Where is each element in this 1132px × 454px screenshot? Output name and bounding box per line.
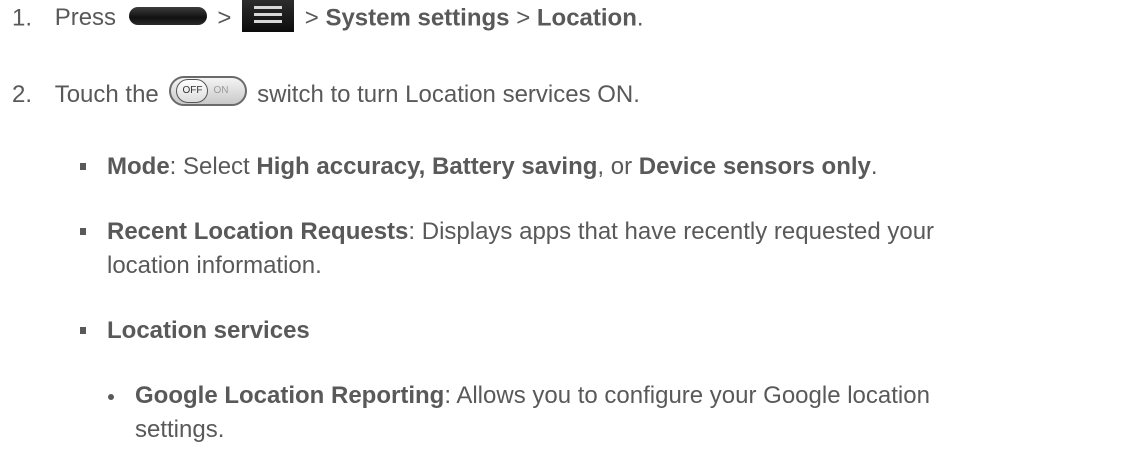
recent-requests-desc: : Displays apps that have recently reque… bbox=[408, 218, 935, 245]
mode-term: Mode bbox=[107, 153, 170, 180]
menu-key-icon bbox=[242, 0, 295, 32]
toggle-off-label: OFF bbox=[176, 78, 209, 103]
option-location-services: Location services bbox=[107, 316, 310, 346]
suboption-google-location-reporting: Google Location Reporting: Allows you to… bbox=[135, 381, 930, 411]
step-1-separator: > bbox=[516, 4, 531, 32]
google-location-reporting-desc: : Allows you to configure your Google lo… bbox=[444, 382, 930, 409]
toggle-on-label: ON bbox=[213, 84, 229, 96]
mode-opt2: Device sensors only bbox=[638, 153, 871, 180]
square-bullet-icon bbox=[80, 327, 86, 334]
recent-requests-desc-cont: location information. bbox=[107, 252, 322, 279]
location-services-term: Location services bbox=[107, 317, 310, 344]
step-1-separator: > bbox=[217, 4, 232, 32]
square-bullet-icon bbox=[80, 163, 86, 170]
step-2-number: 2. bbox=[12, 81, 33, 108]
step-2-text: switch to turn Location services ON. bbox=[257, 81, 640, 108]
recent-requests-term: Recent Location Requests bbox=[107, 218, 409, 245]
option-recent-location-requests: Recent Location Requests: Displays apps … bbox=[107, 217, 934, 247]
mode-or: , or bbox=[597, 153, 639, 180]
mode-period: . bbox=[870, 153, 878, 180]
step-2-touch-the: Touch the bbox=[54, 81, 159, 108]
google-location-reporting-desc-cont: settings. bbox=[135, 416, 225, 443]
option-mode: Mode: Select High accuracy, Battery savi… bbox=[107, 152, 878, 182]
home-key-icon bbox=[128, 7, 207, 25]
off-on-switch-icon: OFF ON bbox=[169, 75, 248, 106]
step-1-period: . bbox=[636, 4, 644, 32]
step-1-separator: > bbox=[304, 4, 319, 32]
step-2: 2. Touch the OFF ON switch to turn Locat… bbox=[12, 75, 640, 111]
suboption-google-location-reporting-cont: settings. bbox=[135, 415, 224, 445]
mode-opt1: High accuracy, Battery saving bbox=[256, 153, 598, 180]
mode-select-text: : Select bbox=[169, 153, 257, 180]
option-recent-location-requests-cont: location information. bbox=[107, 251, 322, 281]
step-1: 1. Press > > System settings > Location. bbox=[12, 0, 644, 36]
step-1-press: Press bbox=[54, 4, 117, 32]
square-bullet-icon bbox=[80, 228, 86, 235]
step-1-number: 1. bbox=[12, 4, 33, 32]
google-location-reporting-term: Google Location Reporting bbox=[135, 382, 445, 409]
system-settings-label: System settings bbox=[325, 4, 510, 32]
location-label: Location bbox=[536, 4, 637, 32]
round-bullet-icon bbox=[108, 394, 114, 400]
